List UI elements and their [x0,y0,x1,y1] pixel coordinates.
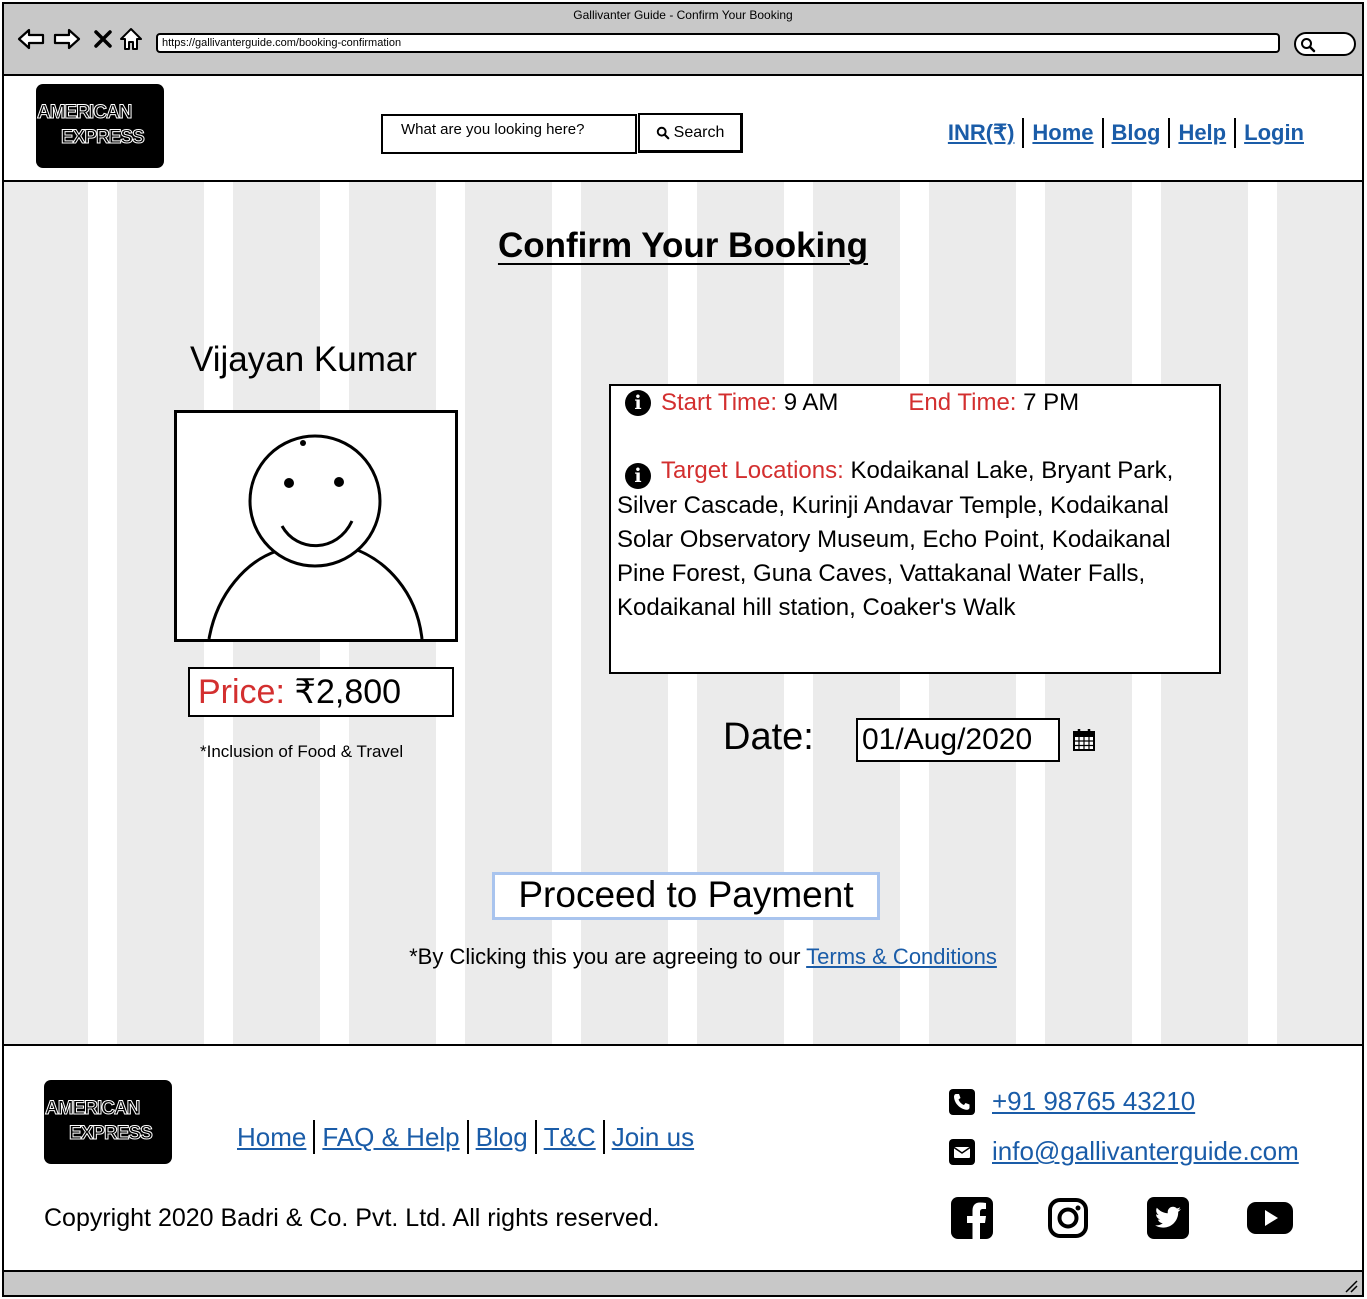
search-icon [656,126,669,139]
calendar-icon[interactable] [1072,728,1096,756]
search-button-label: Search [673,123,725,141]
nav-blog[interactable]: Blog [1104,120,1169,146]
footer-tc-link[interactable]: T&C [537,1122,603,1153]
price-value: ₹2,800 [294,673,402,711]
phone-link[interactable]: +91 98765 43210 [992,1086,1195,1117]
phone-icon [949,1088,975,1115]
twitter-icon[interactable] [1146,1196,1190,1244]
booking-main: Confirm Your Booking Vijayan Kumar Price… [4,182,1362,1046]
instagram-icon[interactable] [1046,1196,1090,1244]
tour-info-box: i Start Time: 9 AM End Time: 7 PM i Targe… [609,384,1221,674]
user-placeholder-icon [207,434,424,640]
browser-search-field[interactable] [1294,32,1356,56]
tour-locations: i Target Locations: Kodaikanal Lake, Brya… [617,454,1209,625]
tour-times: i Start Time: 9 AM End Time: 7 PM [625,386,1079,420]
nav-help[interactable]: Help [1170,120,1234,146]
terms-link[interactable]: Terms & Conditions [806,944,997,969]
email-link[interactable]: info@gallivanterguide.com [992,1136,1299,1167]
footer-nav: Home FAQ & Help Blog T&C Join us [230,1120,701,1154]
contact-email: info@gallivanterguide.com [948,1136,1299,1167]
start-time-label: Start Time: [661,389,778,416]
guide-avatar [174,410,458,642]
logo-line2: EXPRESS [69,1123,154,1145]
contact-phone: +91 98765 43210 [948,1086,1195,1117]
browser-chrome: Gallivanter Guide - Confirm Your Booking… [4,4,1362,76]
window-title: Gallivanter Guide - Confirm Your Booking [573,8,793,22]
youtube-icon[interactable] [1246,1196,1294,1244]
logo-line2: EXPRESS [61,127,146,149]
search-icon [1301,38,1316,53]
status-bar [4,1270,1362,1295]
search-button[interactable]: Search [638,113,743,153]
end-time-label: End Time: [908,389,1017,416]
search-input[interactable]: What are you looking here? [381,114,637,154]
locations-label: Target Locations: [661,457,844,484]
info-icon: i [625,390,651,416]
date-field[interactable]: 01/Aug/2020 [856,718,1060,762]
logo-line1: AMERICAN [44,1098,140,1120]
proceed-to-payment-button[interactable]: Proceed to Payment [492,872,880,920]
terms-prefix: *By Clicking this you are agreeing to ou… [409,944,801,969]
nav-login[interactable]: Login [1236,120,1312,146]
resize-handle-icon[interactable] [1344,1279,1358,1293]
price-label: Price: [198,673,285,711]
footer-faq-link[interactable]: FAQ & Help [315,1122,466,1153]
date-label: Date: [723,716,814,758]
top-nav: INR(₹) Home Blog Help Login [940,118,1312,148]
page-title: Confirm Your Booking [4,226,1362,266]
nav-home[interactable]: Home [1024,120,1101,146]
start-time-value: 9 AM [783,389,839,416]
price-note: *Inclusion of Food & Travel [200,742,404,761]
terms-note: *By Clicking this you are agreeing to ou… [4,944,1362,970]
email-icon [949,1138,975,1165]
amex-logo-footer[interactable]: AMERICAN EXPRESS [44,1080,172,1164]
site-header: AMERICAN EXPRESS What are you looking he… [4,76,1362,182]
home-icon[interactable] [116,24,146,54]
site-footer: AMERICAN EXPRESS Home FAQ & Help Blog T&… [4,1046,1362,1272]
footer-blog-link[interactable]: Blog [469,1122,535,1153]
facebook-icon[interactable] [950,1196,994,1244]
page-title-text: Confirm Your Booking [497,226,869,265]
forward-icon[interactable] [52,24,82,54]
logo-line1: AMERICAN [36,102,132,124]
footer-join-link[interactable]: Join us [605,1122,701,1153]
back-icon[interactable] [16,24,46,54]
url-bar[interactable]: https://gallivanterguide.com/booking-con… [156,33,1280,53]
guide-name: Vijayan Kumar [190,340,417,379]
end-time-value: 7 PM [1023,389,1080,416]
nav-currency[interactable]: INR(₹) [940,120,1023,146]
copyright: Copyright 2020 Badri & Co. Pvt. Ltd. All… [44,1204,660,1232]
browser-window: Gallivanter Guide - Confirm Your Booking… [2,2,1364,1297]
close-icon[interactable] [88,24,118,54]
info-icon: i [625,463,651,489]
amex-logo[interactable]: AMERICAN EXPRESS [36,84,164,168]
price-display: Price: ₹2,800 [188,667,454,717]
footer-home-link[interactable]: Home [230,1122,313,1153]
